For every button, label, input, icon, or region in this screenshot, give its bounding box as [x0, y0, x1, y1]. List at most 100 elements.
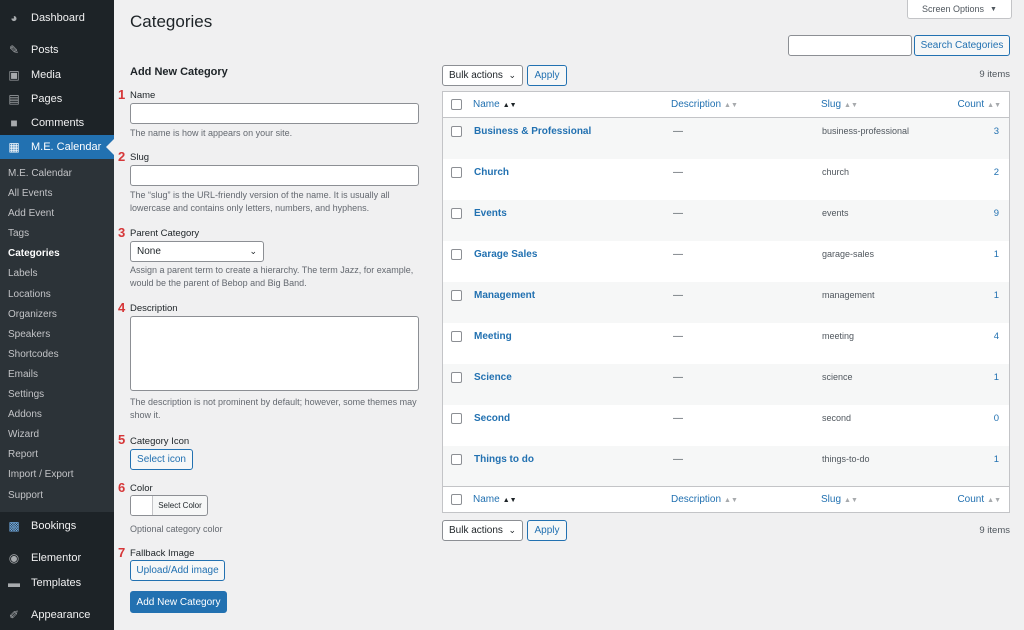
submenu-categories[interactable]: Categories	[0, 244, 114, 264]
submenu-me-calendar[interactable]: M.E. Calendar	[0, 164, 114, 184]
submenu-shortcodes[interactable]: Shortcodes	[0, 345, 114, 365]
submenu-addons[interactable]: Addons	[0, 405, 114, 425]
sort-icon: ▲▼	[502, 497, 517, 504]
menu-comments[interactable]: ■ Comments	[0, 111, 114, 135]
category-count-link[interactable]: 9	[994, 208, 999, 219]
category-count-link[interactable]: 1	[994, 290, 999, 301]
category-slug: business-professional	[822, 126, 910, 136]
menu-elementor[interactable]: ◉ Elementor	[0, 546, 114, 570]
category-name-link[interactable]: Meeting	[474, 331, 512, 342]
category-count-link[interactable]: 4	[994, 331, 999, 342]
menu-pages[interactable]: ▤ Pages	[0, 87, 114, 111]
row-checkbox[interactable]	[451, 454, 462, 465]
submenu-organizers[interactable]: Organizers	[0, 305, 114, 325]
add-new-category-button[interactable]: Add New Category	[130, 591, 227, 613]
category-count-link[interactable]: 3	[994, 126, 999, 137]
apply-button-bottom[interactable]: Apply	[527, 520, 567, 541]
submenu-tags[interactable]: Tags	[0, 224, 114, 244]
category-count-link[interactable]: 0	[994, 413, 999, 424]
bookings-icon: ▩	[8, 518, 20, 533]
slug-field[interactable]	[130, 165, 419, 186]
submenu-add-event[interactable]: Add Event	[0, 204, 114, 224]
category-name-link[interactable]: Things to do	[474, 454, 534, 465]
sort-icon: ▲▼	[724, 497, 738, 504]
category-count-link[interactable]: 1	[994, 372, 999, 383]
name-field[interactable]	[130, 103, 419, 124]
category-name-link[interactable]: Church	[474, 167, 509, 178]
submenu-wizard[interactable]: Wizard	[0, 425, 114, 445]
main-content: Categories Screen Options ▼ Search Catego…	[114, 0, 1024, 630]
submenu-speakers[interactable]: Speakers	[0, 325, 114, 345]
category-name-link[interactable]: Second	[474, 413, 510, 424]
column-count-footer[interactable]: Count ▲▼	[957, 494, 1001, 505]
calendar-submenu: M.E. Calendar All Events Add Event Tags …	[0, 159, 114, 512]
row-checkbox[interactable]	[451, 331, 462, 342]
row-checkbox[interactable]	[451, 372, 462, 383]
upload-image-button[interactable]: Upload/Add image	[130, 560, 225, 581]
menu-templates[interactable]: ▬ Templates	[0, 571, 114, 595]
screen-options-button[interactable]: Screen Options ▼	[907, 0, 1012, 19]
menu-posts[interactable]: ✎ Posts	[0, 38, 114, 62]
table-row: Meeting — meeting 4	[443, 323, 1009, 364]
category-name-link[interactable]: Management	[474, 290, 535, 301]
menu-appearance[interactable]: ✐ Appearance	[0, 603, 114, 627]
column-name-footer[interactable]: Name ▲▼	[473, 494, 517, 505]
submenu-labels[interactable]: Labels	[0, 264, 114, 284]
category-count-link[interactable]: 2	[994, 167, 999, 178]
bulk-actions-select-bottom[interactable]: Bulk actions ⌄	[442, 520, 523, 541]
category-count-link[interactable]: 1	[994, 249, 999, 260]
column-name-header[interactable]: Name ▲▼	[473, 99, 517, 110]
column-slug-header[interactable]: Slug ▲▼	[821, 99, 858, 110]
submenu-all-events[interactable]: All Events	[0, 184, 114, 204]
column-slug-footer[interactable]: Slug ▲▼	[821, 494, 858, 505]
select-icon-button[interactable]: Select icon	[130, 449, 193, 470]
menu-dashboard[interactable]: ◕ Dashboard	[0, 6, 114, 30]
category-count-link[interactable]: 1	[994, 454, 999, 465]
column-count-header[interactable]: Count ▲▼	[957, 99, 1001, 110]
category-name-link[interactable]: Garage Sales	[474, 249, 537, 260]
select-all-checkbox[interactable]	[451, 99, 462, 110]
admin-sidebar: ◕ Dashboard ✎ Posts ▣ Media ▤ Pages ■ Comment…	[0, 0, 114, 630]
submenu-locations[interactable]: Locations	[0, 285, 114, 305]
category-name-link[interactable]: Business & Professional	[474, 126, 591, 137]
parent-category-select[interactable]: None ⌄	[130, 241, 264, 262]
row-checkbox[interactable]	[451, 413, 462, 424]
column-description-footer[interactable]: Description ▲▼	[671, 494, 738, 505]
search-categories-button[interactable]: Search Categories	[914, 35, 1010, 56]
menu-bookings[interactable]: ▩ Bookings	[0, 514, 114, 538]
slug-help: The “slug” is the URL-friendly version o…	[130, 190, 390, 213]
select-all-checkbox-footer[interactable]	[451, 494, 462, 505]
category-description: —	[673, 372, 683, 383]
column-description-header[interactable]: Description ▲▼	[671, 99, 738, 110]
step-number: 7	[118, 545, 126, 560]
menu-me-calendar[interactable]: ▦ M.E. Calendar	[0, 135, 114, 159]
parent-help: Assign a parent term to create a hierarc…	[130, 265, 414, 288]
bulk-actions-select-top[interactable]: Bulk actions ⌄	[442, 65, 523, 86]
description-help: The description is not prominent by defa…	[130, 397, 417, 420]
category-name-link[interactable]: Science	[474, 372, 512, 383]
form-heading: Add New Category	[130, 66, 228, 78]
submenu-import-export[interactable]: Import / Export	[0, 465, 114, 485]
row-checkbox[interactable]	[451, 126, 462, 137]
description-field[interactable]	[130, 316, 419, 391]
row-checkbox[interactable]	[451, 249, 462, 260]
row-checkbox[interactable]	[451, 167, 462, 178]
color-swatch	[131, 496, 153, 515]
row-checkbox[interactable]	[451, 290, 462, 301]
select-color-button[interactable]: Select Color	[130, 495, 208, 516]
menu-media[interactable]: ▣ Media	[0, 63, 114, 87]
submenu-emails[interactable]: Emails	[0, 365, 114, 385]
submenu-report[interactable]: Report	[0, 445, 114, 465]
name-label: Name	[130, 90, 156, 101]
category-description: —	[673, 249, 683, 260]
submenu-support[interactable]: Support	[0, 486, 114, 506]
pages-icon: ▤	[8, 92, 20, 106]
category-name-link[interactable]: Events	[474, 208, 507, 219]
sort-icon: ▲▼	[724, 102, 738, 109]
apply-button-top[interactable]: Apply	[527, 65, 567, 86]
search-input[interactable]	[788, 35, 912, 56]
category-description: —	[673, 208, 683, 219]
submenu-settings[interactable]: Settings	[0, 385, 114, 405]
elementor-icon: ◉	[8, 550, 20, 565]
row-checkbox[interactable]	[451, 208, 462, 219]
